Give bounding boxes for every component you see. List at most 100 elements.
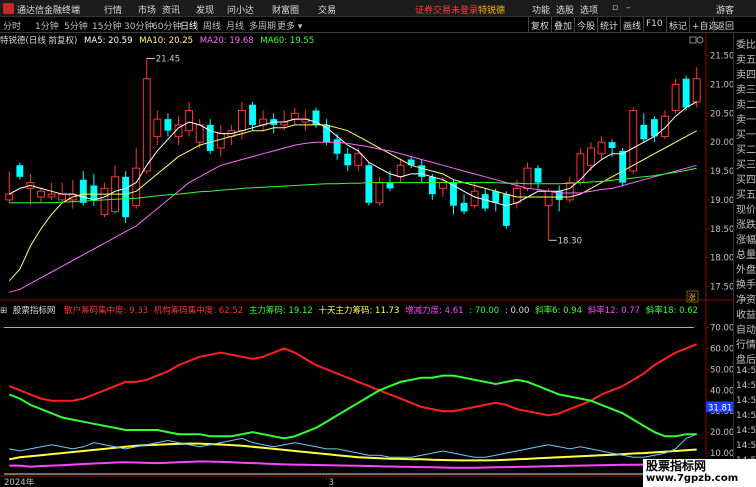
- y-tick-label: 18.50: [710, 225, 733, 235]
- candle-body: [58, 193, 67, 201]
- candle-body: [418, 165, 426, 177]
- side-panel-item: 涨跌: [736, 220, 756, 231]
- candle-body: [216, 133, 225, 149]
- y-tick-label: 20.00: [710, 428, 733, 438]
- candle-body: [481, 194, 489, 209]
- candle-body: [671, 84, 680, 111]
- rise-marker: 涨: [688, 292, 696, 302]
- y-tick-label: 18.00: [710, 254, 733, 264]
- candle-body: [344, 153, 352, 166]
- candle-body: [375, 182, 384, 204]
- candle-body: [629, 109, 638, 172]
- y-tick-label: 21.50: [710, 52, 733, 62]
- candle-body: [90, 185, 98, 200]
- side-panel-item: 买二: [736, 145, 756, 156]
- candle-body: [132, 167, 141, 207]
- side-panel-item: 买一: [736, 130, 756, 141]
- y-tick-label: 17.50: [710, 282, 733, 292]
- candle-body: [597, 141, 606, 155]
- side-panel-item: 14:50: [736, 366, 756, 376]
- y-tick-label: 70.00: [710, 323, 733, 333]
- side-panel-item: 卖五: [736, 55, 756, 66]
- candle-body: [587, 147, 595, 166]
- candle-body: [619, 150, 627, 183]
- candle-body: [153, 118, 162, 137]
- side-panel-item: 外盘: [736, 265, 756, 276]
- indicator-line-1: [8, 374, 697, 440]
- site-watermark: 股票指标网 www.7gpzb.com: [643, 459, 756, 487]
- side-panel-item: 涨幅: [736, 235, 756, 246]
- side-panel-item[interactable]: 自动: [736, 321, 756, 336]
- candle-body: [460, 202, 468, 212]
- watermark-line2: www.7gpzb.com: [646, 473, 739, 484]
- candle-body: [428, 176, 436, 195]
- candle-body: [206, 124, 214, 151]
- y-tick-label: 19.50: [710, 167, 733, 177]
- side-panel-item: 买三: [736, 160, 756, 171]
- candle-body: [16, 165, 24, 177]
- candle-body: [47, 193, 56, 198]
- side-panel-item: 委比: [736, 40, 756, 51]
- candle-body: [164, 119, 172, 131]
- candle-body: [185, 109, 194, 132]
- side-panel-item: 买四: [736, 175, 756, 186]
- chart-settings-icon: [689, 36, 697, 44]
- candle-body: [354, 153, 363, 166]
- side-panel-item: 卖四: [736, 70, 756, 81]
- side-panel-item: 14:50: [736, 426, 756, 436]
- y-tick-label: 60.00: [710, 344, 733, 354]
- side-panel-item: 收益: [736, 310, 756, 321]
- x-tick-label: 2024年: [4, 477, 35, 487]
- chart-canvas[interactable]: 21.50 21.00 20.50 20.00 19.50 19.00 18.50 18.00…: [0, 0, 733, 487]
- candle-body: [470, 190, 479, 207]
- chart-zoom-icon: [696, 36, 704, 44]
- side-panel-item: 净资: [736, 295, 756, 306]
- candle-body: [512, 187, 521, 204]
- side-panel-item: 现价: [736, 205, 756, 216]
- y-tick-label: 50.00: [710, 365, 733, 375]
- candle-body: [37, 190, 45, 198]
- candle-body: [238, 109, 246, 132]
- candle-body: [312, 110, 320, 125]
- side-panel-item: 14:50: [736, 441, 756, 451]
- candle-body: [249, 104, 256, 125]
- candle-body: [608, 142, 616, 148]
- y-tick-label: 40.00: [710, 386, 733, 396]
- side-panel-item[interactable]: 行情: [736, 336, 756, 351]
- y-tick-label: 20.00: [710, 138, 733, 148]
- candle-body: [492, 191, 500, 203]
- candle-body: [661, 115, 669, 137]
- candle-body: [450, 182, 457, 206]
- candle-body: [534, 168, 542, 183]
- watermark-line1: 股票指标网: [646, 459, 707, 473]
- side-panel-item: 换手: [736, 280, 756, 291]
- candle-body: [122, 176, 130, 218]
- side-panel-item: 总量: [736, 250, 756, 261]
- candle-body: [79, 179, 87, 203]
- x-tick-label: 3: [329, 478, 334, 487]
- side-panel-item: 买五: [736, 190, 756, 201]
- candle-body: [544, 190, 553, 207]
- candle-body: [576, 153, 585, 184]
- candle-body: [386, 182, 394, 189]
- low-annotation: 18.30: [558, 236, 582, 246]
- candle-body: [502, 194, 510, 226]
- side-panel-item: 卖一: [736, 115, 756, 126]
- candle-body: [5, 193, 14, 201]
- candle-body: [195, 124, 204, 143]
- candle-body: [100, 187, 109, 215]
- indicator-line-4: [9, 460, 697, 469]
- side-panel-item: 14:50: [736, 396, 756, 406]
- candle-body: [438, 182, 447, 189]
- candle-body: [692, 78, 701, 103]
- indicator-line-3: [9, 433, 697, 458]
- candle-body: [365, 165, 373, 203]
- y-tick-label: 10.00: [710, 449, 733, 459]
- high-annotation: 21.45: [156, 55, 180, 65]
- candle-body: [333, 139, 341, 154]
- candle-body: [682, 78, 690, 108]
- candle-body: [396, 164, 405, 178]
- candle-body: [290, 112, 299, 120]
- side-panel-item[interactable]: 盘后: [736, 351, 756, 366]
- y-tick-label: 20.50: [710, 109, 733, 119]
